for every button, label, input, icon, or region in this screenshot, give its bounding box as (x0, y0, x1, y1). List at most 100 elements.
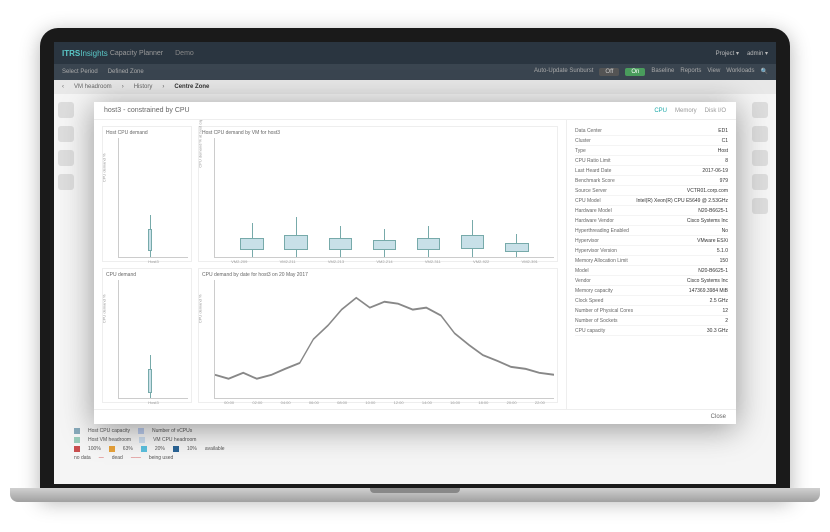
detail-key: Hypervisor (575, 238, 599, 244)
left-rail (58, 102, 78, 190)
detail-key: Hardware Vendor (575, 218, 614, 224)
modal-footer: Close (94, 409, 736, 424)
xlabel: Host3 (148, 400, 158, 405)
toolbar: Select Period Defined Zone Auto-Update S… (54, 64, 776, 80)
detail-value: VMware ESXi (697, 238, 728, 244)
xlabel: 14:00 (422, 400, 432, 405)
chart-title: CPU demand (106, 272, 188, 278)
details-panel: Data CenterED1ClusterC1TypeHostCPU Ratio… (566, 120, 736, 409)
tab-vm-headroom[interactable]: VM headroom (74, 84, 112, 90)
detail-row: Number of Physical Cores12 (575, 306, 728, 316)
tab-history[interactable]: History (134, 84, 153, 90)
xlabel: 04:00 (281, 400, 291, 405)
xlabel: 06:00 (309, 400, 319, 405)
toolbar-zone[interactable]: Defined Zone (108, 69, 144, 75)
env-label: Demo (175, 50, 194, 57)
detail-value: N20-B6625-1 (698, 268, 728, 274)
rail-icon[interactable] (58, 150, 74, 166)
detail-value: Cisco Systems Inc (687, 218, 728, 224)
modal-tab-disk[interactable]: Disk I/O (705, 108, 726, 114)
user-menu[interactable]: admin ▾ (747, 50, 768, 57)
detail-row: CPU ModelIntel(R) Xeon(R) CPU E5649 @ 2.… (575, 196, 728, 206)
detail-key: CPU capacity (575, 328, 605, 334)
modal-title: host3 - constrained by CPU (104, 107, 190, 114)
xlabel: 08:00 (337, 400, 347, 405)
detail-key: CPU Ratio Limit (575, 158, 611, 164)
search-icon[interactable]: 🔍 (761, 68, 768, 76)
xlabel: VM2-211 (280, 259, 296, 264)
chart-title: Host CPU demand by VM for host3 (202, 130, 554, 136)
rail-icon[interactable] (58, 174, 74, 190)
detail-row: Model N20-B6625-1 (575, 266, 728, 276)
right-rail (752, 102, 772, 214)
toggle-off[interactable]: Off (599, 68, 619, 76)
modal-tab-cpu[interactable]: CPU (654, 108, 667, 114)
close-button[interactable]: Close (711, 414, 726, 420)
detail-value: 30.3 GHz (707, 328, 728, 334)
detail-value: Cisco Systems Inc (687, 278, 728, 284)
rail-icon[interactable] (58, 102, 74, 118)
detail-row: Source ServerVCTR01.corp.com (575, 186, 728, 196)
nav-baseline[interactable]: Baseline (651, 68, 674, 76)
detail-value: Host (718, 148, 728, 154)
breadcrumb-tabs: ‹ VM headroom › History › Centre Zone (54, 80, 776, 94)
legend-host-headroom: Host VM headroom (88, 437, 131, 443)
xlabel: 16:00 (450, 400, 460, 405)
modal-header: host3 - constrained by CPU CPU Memory Di… (94, 102, 736, 120)
detail-row: CPU capacity 30.3 GHz (575, 326, 728, 336)
detail-row: TypeHost (575, 146, 728, 156)
legend-10: 10% (187, 446, 197, 452)
rail-icon[interactable] (752, 102, 768, 118)
rail-icon[interactable] (752, 150, 768, 166)
legend-dead: dead (112, 455, 123, 461)
detail-value: N20-B6625-1 (698, 208, 728, 214)
detail-row: Last Heard Date2017-06-19 (575, 166, 728, 176)
detail-row: Hyperthreading EnabledNo (575, 226, 728, 236)
nav-reports[interactable]: Reports (680, 68, 701, 76)
detail-key: Source Server (575, 188, 607, 194)
detail-key: Data Center (575, 128, 602, 134)
detail-key: Clock Speed (575, 298, 603, 304)
nav-workloads[interactable]: Workloads (726, 68, 754, 76)
detail-value: 150 (720, 258, 728, 264)
detail-value: No (722, 228, 728, 234)
xlabel: Host3 (148, 259, 158, 264)
chart-ylabel: CPU demand % (198, 295, 203, 324)
detail-key: Benchmark Score (575, 178, 615, 184)
brand-logo: ITRS (62, 49, 80, 58)
detail-key: Memory Allocation Limit (575, 258, 628, 264)
detail-value: 2.5 GHz (710, 298, 728, 304)
rail-icon[interactable] (58, 126, 74, 142)
project-menu[interactable]: Project ▾ (716, 50, 739, 57)
rail-icon[interactable] (752, 126, 768, 142)
chart-ylabel: CPU demand % at host capacity (198, 120, 203, 167)
legend-vcpus: Number of vCPUs (152, 428, 192, 434)
back-icon[interactable]: ‹ (62, 84, 64, 90)
xlabel: 10:00 (365, 400, 375, 405)
modal-body: Host CPU demand CPU demand % Host3 Host … (94, 120, 736, 409)
detail-key: Model (575, 268, 589, 274)
xlabel: 02:00 (252, 400, 262, 405)
nav-view[interactable]: View (707, 68, 720, 76)
xlabel: VM2-213 (328, 259, 344, 264)
tab-centre-zone[interactable]: Centre Zone (174, 84, 209, 90)
chart-title: Host CPU demand (106, 130, 188, 136)
xlabel: VM2-311 (425, 259, 441, 264)
modal-tab-memory[interactable]: Memory (675, 108, 697, 114)
legend-nodata: no data (74, 455, 91, 461)
detail-value: 147369.3984 MiB (689, 288, 728, 294)
legend-20: 20% (155, 446, 165, 452)
detail-value: 979 (720, 178, 728, 184)
toolbar-period[interactable]: Select Period (62, 69, 98, 75)
brand-product: Insights (80, 49, 108, 58)
detail-key: Cluster (575, 138, 591, 144)
xlabel: 12:00 (394, 400, 404, 405)
toggle-on[interactable]: On (625, 68, 645, 76)
rail-icon[interactable] (752, 174, 768, 190)
chart-cpu-timeseries: CPU demand by date for host3 on 20 May 2… (198, 268, 558, 404)
screen: ITRS Insights Capacity Planner Demo Proj… (54, 42, 776, 484)
laptop-base (10, 488, 820, 502)
detail-key: Hypervisor Version (575, 248, 617, 254)
sep: › (162, 84, 164, 90)
rail-icon[interactable] (752, 198, 768, 214)
